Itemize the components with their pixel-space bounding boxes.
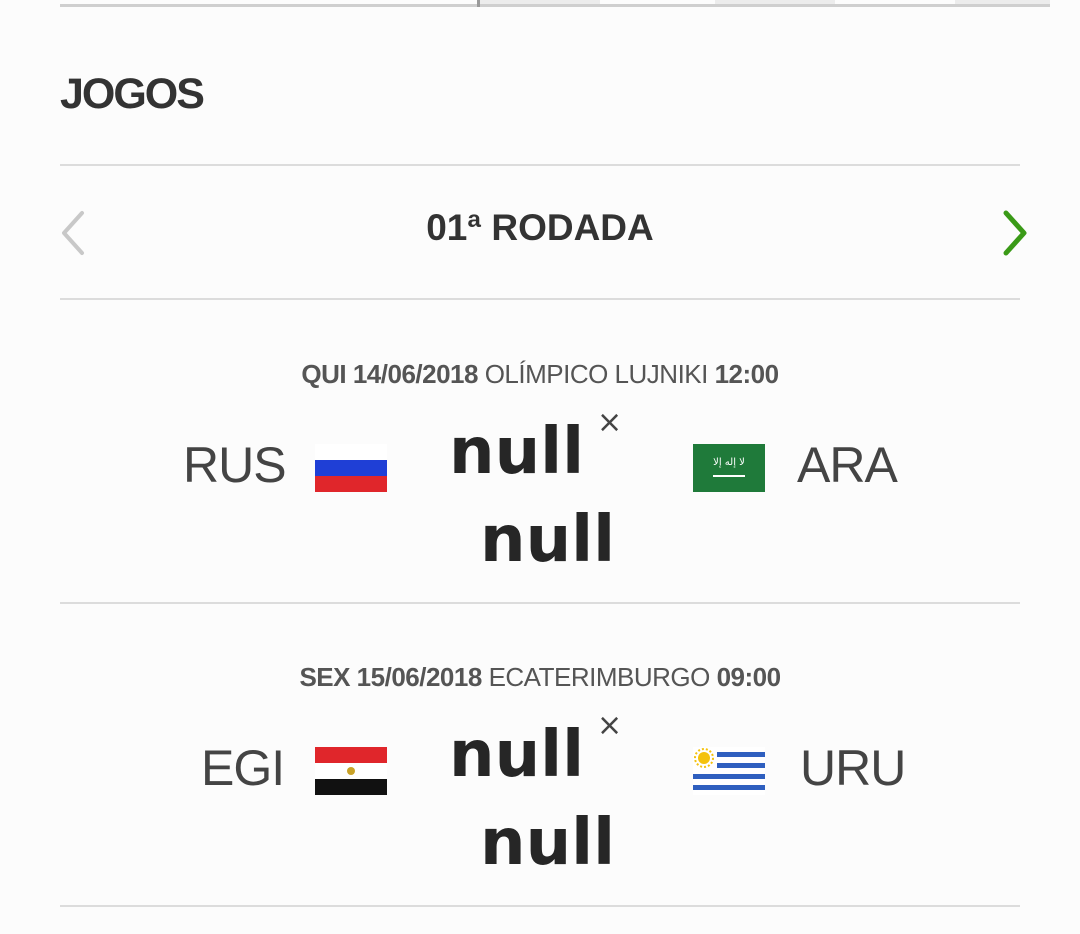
top-tab-strip[interactable] [60, 0, 1050, 7]
away-score: null [480, 503, 615, 577]
round-navigator: 01ª RODADA [60, 167, 1027, 299]
match-venue: OLÍMPICO LUJNIKI [484, 359, 709, 389]
match-card[interactable]: QUI 14/06/2018 OLÍMPICO LUJNIKI 12:00 RU… [60, 302, 1020, 602]
match-time: 09:00 [716, 662, 782, 692]
away-score: null [480, 806, 615, 880]
divider [60, 164, 1020, 166]
russia-flag-icon [315, 444, 387, 492]
match-card[interactable]: SEX 15/06/2018 ECATERIMBURGO 09:00 EGI n… [60, 605, 1020, 905]
saudi-arabia-flag-icon: ﻻ ﺇﻟﻪ ﺇﻻ [693, 444, 765, 492]
home-score: null [449, 415, 584, 489]
egypt-flag-icon [315, 747, 387, 795]
tab-divider [477, 0, 480, 7]
home-team-abbr: RUS [183, 437, 287, 493]
match-date: SEX 15/06/2018 [299, 662, 482, 692]
svg-text:ﻻ ﺇﻟﻪ ﺇﻻ: ﻻ ﺇﻟﻪ ﺇﻻ [713, 457, 745, 468]
versus-separator: × [597, 708, 623, 743]
round-title: 01ª RODADA [426, 207, 654, 248]
away-team-abbr: URU [800, 740, 906, 796]
home-team-abbr: EGI [201, 740, 285, 796]
uruguay-flag-icon [693, 747, 765, 795]
match-venue: ECATERIMBURGO [488, 662, 711, 692]
chevron-right-icon[interactable] [996, 205, 1036, 261]
home-score: null [449, 718, 584, 792]
match-info: SEX 15/06/2018 ECATERIMBURGO 09:00 [60, 662, 1020, 693]
versus-separator: × [597, 405, 623, 440]
section-title: JOGOS [60, 70, 205, 118]
divider [60, 298, 1020, 300]
tab-underline [60, 4, 1050, 7]
away-team-abbr: ARA [797, 437, 898, 493]
match-info: QUI 14/06/2018 OLÍMPICO LUJNIKI 12:00 [60, 359, 1020, 390]
match-time: 12:00 [714, 359, 780, 389]
match-date: QUI 14/06/2018 [301, 359, 478, 389]
divider [60, 602, 1020, 604]
divider [60, 905, 1020, 907]
